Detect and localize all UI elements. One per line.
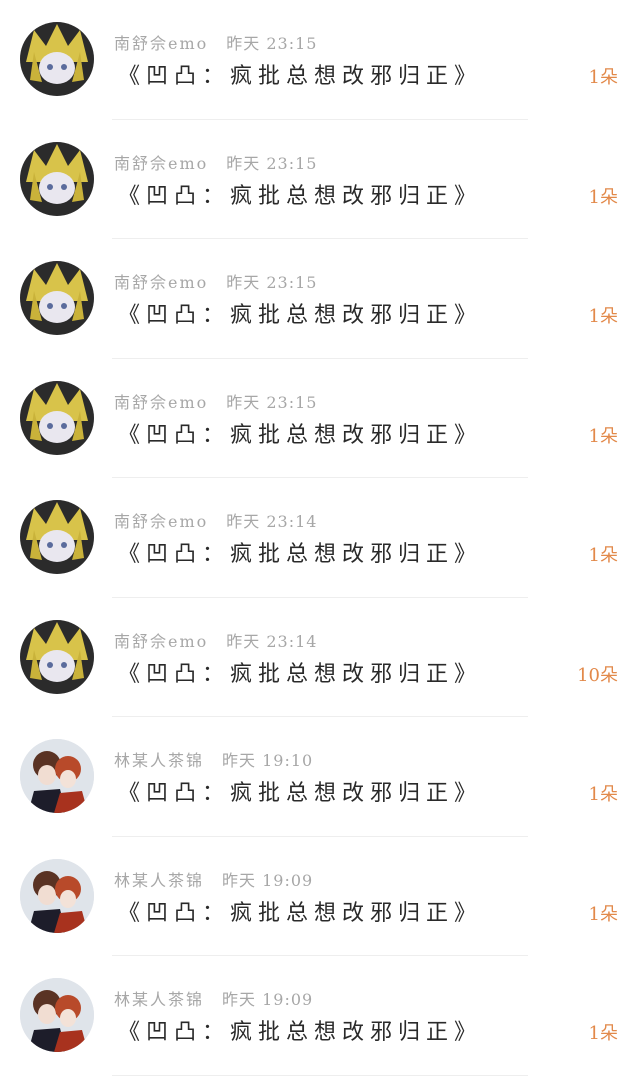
couple-avatar-icon[interactable] bbox=[20, 858, 94, 933]
yellow-hair-avatar-icon[interactable] bbox=[20, 500, 94, 574]
sender-name[interactable]: 南舒佘emo bbox=[114, 512, 208, 531]
sender-meta: 林某人茶锦 昨天 19:10 bbox=[114, 747, 313, 771]
flower-count: 1朵 bbox=[588, 306, 618, 327]
timestamp: 昨天 19:10 bbox=[222, 751, 314, 770]
book-title[interactable]: 《凹凸：疯批总想改邪归正》 bbox=[118, 58, 482, 90]
timestamp: 昨天 23:15 bbox=[226, 153, 318, 173]
book-title[interactable]: 《凹凸：疯批总想改邪归正》 bbox=[118, 1014, 482, 1046]
sender-meta: 南舒佘emo 昨天 23:15 bbox=[114, 30, 317, 54]
list-item[interactable]: 林某人茶锦 昨天 19:09 《凹凸：疯批总想改邪归正》 1朵 bbox=[0, 837, 640, 957]
book-title[interactable]: 《凹凸：疯批总想改邪归正》 bbox=[118, 895, 482, 927]
yellow-hair-avatar-icon[interactable] bbox=[20, 261, 94, 335]
gift-record-list: 南舒佘emo 昨天 23:15 《凹凸：疯批总想改邪归正》 1朵 南舒佘emo 昨天… bbox=[0, 0, 640, 1076]
sender-meta: 南舒佘emo 昨天 23:15 bbox=[114, 150, 317, 174]
sender-meta: 南舒佘emo 昨天 23:15 bbox=[114, 389, 317, 413]
yellow-hair-avatar-icon[interactable] bbox=[20, 380, 94, 455]
list-item[interactable]: 林某人茶锦 昨天 19:09 《凹凸：疯批总想改邪归正》 1朵 bbox=[0, 956, 640, 1076]
sender-name[interactable]: 南舒佘emo bbox=[114, 34, 208, 53]
book-title[interactable]: 《凹凸：疯批总想改邪归正》 bbox=[118, 178, 482, 210]
yellow-hair-avatar-icon[interactable] bbox=[20, 619, 94, 694]
book-title[interactable]: 《凹凸：疯批总想改邪归正》 bbox=[118, 775, 482, 807]
list-item[interactable]: 南舒佘emo 昨天 23:14 《凹凸：疯批总想改邪归正》 1朵 bbox=[0, 478, 640, 598]
timestamp: 昨天 23:14 bbox=[226, 631, 318, 651]
sender-name[interactable]: 林某人茶锦 bbox=[114, 871, 204, 890]
flower-count: 1朵 bbox=[588, 67, 618, 88]
book-title[interactable]: 《凹凸：疯批总想改邪归正》 bbox=[118, 656, 482, 688]
sender-meta: 南舒佘emo 昨天 23:14 bbox=[114, 628, 317, 652]
couple-avatar-icon[interactable] bbox=[20, 978, 94, 1052]
flower-count: 1朵 bbox=[588, 545, 618, 566]
yellow-hair-avatar-icon[interactable] bbox=[20, 22, 94, 96]
list-item[interactable]: 南舒佘emo 昨天 23:15 《凹凸：疯批总想改邪归正》 1朵 bbox=[0, 0, 640, 120]
timestamp: 昨天 19:09 bbox=[222, 870, 314, 890]
sender-meta: 南舒佘emo 昨天 23:15 bbox=[114, 269, 317, 293]
sender-name[interactable]: 林某人茶锦 bbox=[114, 990, 204, 1009]
book-title[interactable]: 《凹凸：疯批总想改邪归正》 bbox=[118, 536, 482, 568]
list-item[interactable]: 林某人茶锦 昨天 19:10 《凹凸：疯批总想改邪归正》 1朵 bbox=[0, 717, 640, 837]
flower-count: 1朵 bbox=[588, 1023, 618, 1044]
flower-count: 1朵 bbox=[588, 903, 618, 925]
sender-name[interactable]: 南舒佘emo bbox=[114, 154, 208, 173]
sender-name[interactable]: 南舒佘emo bbox=[114, 393, 208, 412]
flower-count: 10朵 bbox=[577, 664, 618, 686]
yellow-hair-avatar-icon[interactable] bbox=[20, 141, 94, 216]
list-item[interactable]: 南舒佘emo 昨天 23:15 《凹凸：疯批总想改邪归正》 1朵 bbox=[0, 120, 640, 240]
flower-count: 1朵 bbox=[588, 784, 618, 805]
list-item[interactable]: 南舒佘emo 昨天 23:15 《凹凸：疯批总想改邪归正》 1朵 bbox=[0, 359, 640, 479]
sender-meta: 林某人茶锦 昨天 19:09 bbox=[114, 986, 313, 1010]
flower-count: 1朵 bbox=[588, 425, 618, 447]
sender-meta: 林某人茶锦 昨天 19:09 bbox=[114, 867, 313, 891]
timestamp: 昨天 19:09 bbox=[222, 990, 314, 1009]
book-title[interactable]: 《凹凸：疯批总想改邪归正》 bbox=[118, 417, 482, 449]
sender-name[interactable]: 林某人茶锦 bbox=[114, 751, 204, 770]
couple-avatar-icon[interactable] bbox=[20, 739, 94, 813]
sender-meta: 南舒佘emo 昨天 23:14 bbox=[114, 508, 317, 532]
timestamp: 昨天 23:15 bbox=[226, 273, 318, 292]
sender-name[interactable]: 南舒佘emo bbox=[114, 632, 208, 651]
timestamp: 昨天 23:15 bbox=[226, 34, 318, 53]
timestamp: 昨天 23:15 bbox=[226, 392, 318, 412]
timestamp: 昨天 23:14 bbox=[226, 512, 318, 531]
flower-count: 1朵 bbox=[588, 186, 618, 208]
list-item[interactable]: 南舒佘emo 昨天 23:15 《凹凸：疯批总想改邪归正》 1朵 bbox=[0, 239, 640, 359]
book-title[interactable]: 《凹凸：疯批总想改邪归正》 bbox=[118, 297, 482, 329]
sender-name[interactable]: 南舒佘emo bbox=[114, 273, 208, 292]
list-item[interactable]: 南舒佘emo 昨天 23:14 《凹凸：疯批总想改邪归正》 10朵 bbox=[0, 598, 640, 718]
